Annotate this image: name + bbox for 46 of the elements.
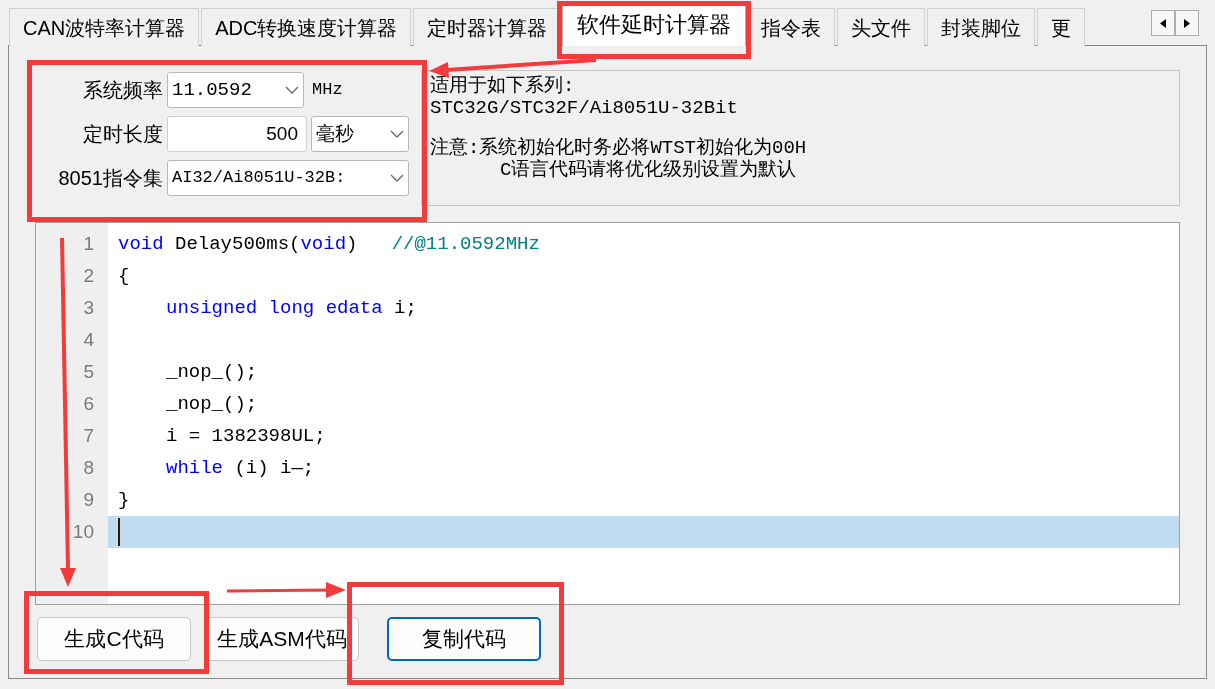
tab[interactable]: 更 xyxy=(1037,8,1086,46)
time-unit-select[interactable]: 毫秒 xyxy=(311,116,409,152)
code-editor[interactable]: 1 2 3 4 5 6 7 8 9 10 void Delay500ms(void) //@11.0592MHz { unsigned long edata i; _nop_(); _nop_(); i = 1382398UL; while (i) i—; } xyxy=(35,222,1180,605)
scroll-left-button[interactable] xyxy=(1151,10,1175,36)
action-button[interactable]: 复制代码 xyxy=(387,617,541,661)
frequency-select[interactable]: 11.0592 xyxy=(167,72,304,108)
info-text: C语言代码请将优化级别设置为默认 xyxy=(499,159,798,181)
setting-label: 系统频率 xyxy=(82,78,163,103)
line-number: 2 xyxy=(82,264,95,288)
info-text: STC32G/STC32F/Ai8051U-32Bit xyxy=(430,97,739,119)
code-line: void Delay500ms(void) //@11.0592MHz xyxy=(117,232,541,257)
line-number: 1 xyxy=(82,232,95,256)
code-line: _nop_(); xyxy=(165,360,259,385)
line-number: 4 xyxy=(82,328,95,352)
scroll-right-button[interactable] xyxy=(1175,10,1199,36)
tab[interactable]: 头文件 xyxy=(837,8,926,46)
line-number: 10 xyxy=(71,520,95,544)
code-line: unsigned long edata i; xyxy=(165,296,418,321)
info-text: 注意:系统初始化时务必将WTST初始化为00H xyxy=(430,137,808,159)
unit-label: MHz xyxy=(312,79,343,102)
dropdown-caret-icon xyxy=(285,86,299,94)
duration-input[interactable]: 500 xyxy=(167,116,307,152)
code-line: _nop_(); xyxy=(165,392,259,417)
left-triangle-icon xyxy=(1160,18,1166,28)
setting-label: 8051指令集 xyxy=(57,166,163,191)
line-number: 6 xyxy=(82,392,95,416)
line-number: 7 xyxy=(82,424,95,448)
line-number: 5 xyxy=(82,360,95,384)
instruction-set-select[interactable]: AI32/Ai8051U-32B: xyxy=(167,160,409,196)
setting-label: 定时长度 xyxy=(82,122,163,147)
line-number: 9 xyxy=(82,488,95,512)
dropdown-caret-icon xyxy=(390,130,404,138)
code-line: { xyxy=(117,264,131,289)
tab[interactable]: CAN波特率计算器 xyxy=(9,8,200,46)
code-line: } xyxy=(117,488,131,513)
text-cursor xyxy=(118,518,120,546)
tab[interactable]: 封装脚位 xyxy=(927,8,1036,46)
code-line: while (i) i—; xyxy=(165,456,316,481)
code-line: i = 1382398UL; xyxy=(165,424,327,449)
right-triangle-icon xyxy=(1184,18,1190,28)
info-text: 适用于如下系列: xyxy=(430,75,576,97)
line-number: 3 xyxy=(82,296,95,320)
dropdown-caret-icon xyxy=(390,174,404,182)
action-button[interactable]: 生成C代码 xyxy=(37,617,191,661)
tab[interactable]: ADC转换速度计算器 xyxy=(201,8,412,46)
line-number: 8 xyxy=(82,456,95,480)
